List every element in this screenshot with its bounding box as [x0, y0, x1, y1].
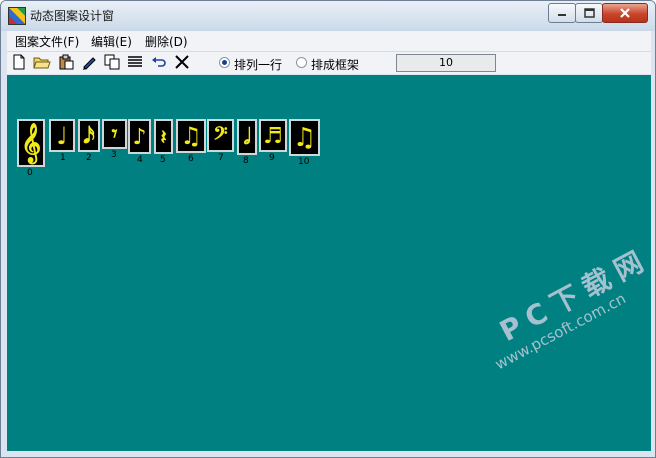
pen-button[interactable]	[80, 53, 98, 71]
symbol-tile[interactable]: ♫	[289, 119, 320, 156]
radio-single-row-label[interactable]: 排列一行	[234, 56, 282, 73]
undo-button[interactable]	[150, 53, 168, 71]
symbol-tile[interactable]: 𝄾	[102, 119, 127, 149]
symbol-tile[interactable]: 𝄢	[207, 119, 234, 152]
title-bar[interactable]: 动态图案设计窗	[1, 1, 655, 29]
open-button[interactable]	[33, 53, 51, 71]
symbol-tile[interactable]: ♪	[128, 119, 151, 154]
minimize-icon	[558, 14, 566, 16]
radio-frame[interactable]	[296, 57, 307, 68]
close-icon	[620, 8, 630, 18]
symbol-index: 10	[298, 157, 310, 167]
count-field[interactable]: 10	[396, 54, 496, 72]
symbol-tile[interactable]: 𝅘𝅥𝅯	[78, 119, 100, 152]
paste-icon	[59, 54, 74, 70]
pen-icon	[83, 57, 96, 70]
symbol-index: 4	[137, 155, 143, 165]
symbol-index: 9	[269, 153, 275, 163]
delete-button[interactable]	[173, 53, 191, 71]
menu-edit[interactable]: 编辑(E)	[91, 33, 132, 50]
symbol-index: 0	[27, 168, 33, 178]
copy-button[interactable]	[103, 53, 121, 71]
menu-delete[interactable]: 删除(D)	[145, 33, 188, 50]
menu-bar: 图案文件(F) 编辑(E) 删除(D)	[7, 31, 651, 52]
menu-file[interactable]: 图案文件(F)	[15, 33, 79, 50]
app-window: 动态图案设计窗 图案文件(F) 编辑(E) 删除(D) 排列一行 排成框架 10…	[0, 0, 656, 458]
list-button[interactable]	[126, 53, 144, 71]
radio-frame-label[interactable]: 排成框架	[311, 56, 359, 73]
close-button[interactable]	[602, 3, 648, 23]
symbol-index: 7	[218, 153, 224, 163]
symbol-tile[interactable]: 𝄞	[17, 119, 45, 167]
symbol-tile[interactable]: 𝄽	[154, 119, 173, 154]
toolbar: 排列一行 排成框架 10	[7, 52, 651, 74]
symbol-index: 6	[188, 154, 194, 164]
symbol-tile[interactable]: ♩	[49, 119, 75, 152]
undo-icon	[152, 57, 166, 67]
list-icon	[128, 56, 142, 67]
maximize-button[interactable]	[575, 3, 603, 23]
new-file-button[interactable]	[10, 53, 28, 71]
symbol-tile[interactable]: ♫	[176, 119, 206, 153]
symbol-index: 1	[60, 153, 66, 163]
new-file-icon	[13, 54, 25, 70]
copy-icon	[104, 54, 120, 70]
symbol-index: 2	[86, 153, 92, 163]
window-title: 动态图案设计窗	[30, 9, 115, 23]
radio-single-row[interactable]	[219, 57, 230, 68]
maximize-icon	[583, 8, 595, 18]
symbol-tile[interactable]: ♬	[259, 119, 287, 152]
delete-icon	[175, 55, 189, 69]
design-canvas[interactable]: 𝄞 0 ♩ 1 𝅘𝅥𝅯 2 𝄾 3 ♪ 4 𝄽 5 ♫ 6 𝄢 7 𝅗𝅥 8 ♬…	[7, 75, 651, 451]
symbol-index: 5	[160, 155, 166, 165]
minimize-button[interactable]	[548, 3, 576, 23]
paste-button[interactable]	[57, 53, 75, 71]
symbol-index: 8	[243, 156, 249, 166]
open-folder-icon	[33, 57, 51, 69]
app-icon	[8, 7, 26, 25]
symbol-index: 3	[111, 150, 117, 160]
symbol-tile[interactable]: 𝅗𝅥	[237, 119, 257, 155]
